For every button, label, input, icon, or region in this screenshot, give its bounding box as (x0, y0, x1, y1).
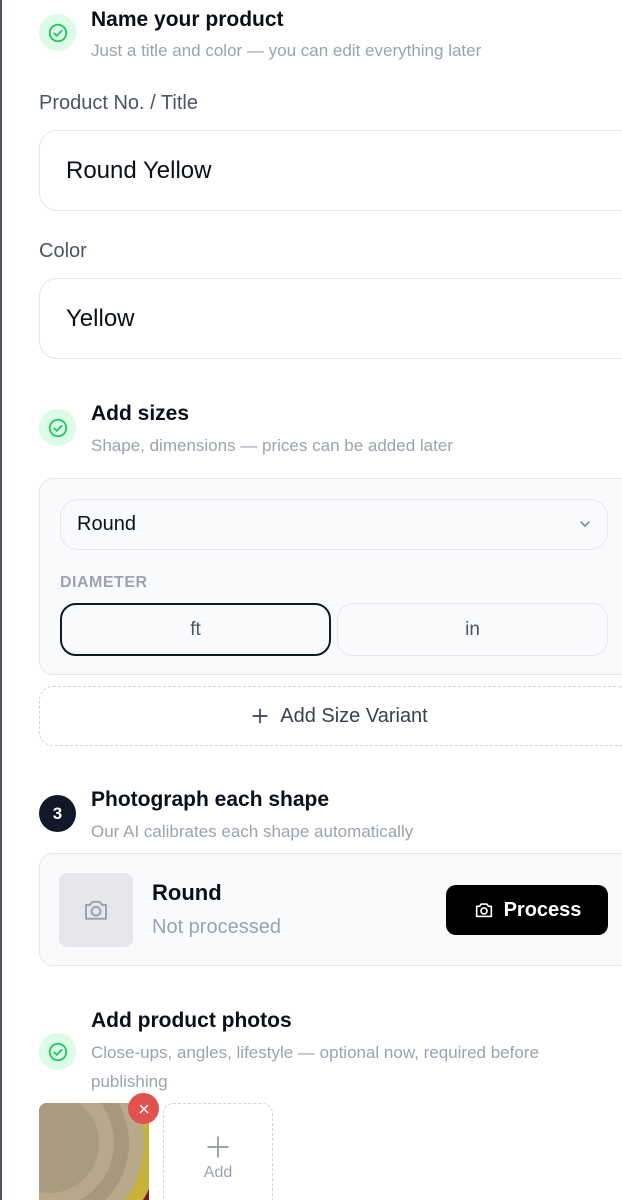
close-icon (139, 1104, 148, 1113)
step-title: Name your product (91, 8, 284, 31)
step-name-product: Name your product Just a title and color… (39, 8, 622, 74)
add-size-variant-button[interactable]: Add Size Variant (39, 686, 622, 746)
add-photo-label: Add (203, 1164, 233, 1181)
camera-icon (475, 903, 492, 918)
step-add-sizes: Add sizes Shape, dimensions — prices can… (39, 402, 622, 469)
check-circle-icon (39, 14, 76, 51)
check-circle-icon (39, 409, 76, 446)
shape-name: Round (152, 880, 222, 905)
title-label: Product No. / Title (39, 92, 198, 114)
step-title: Photograph each shape (91, 788, 330, 811)
add-size-variant-label: Add Size Variant (280, 704, 428, 727)
color-label: Color (39, 240, 87, 262)
color-input[interactable]: Yellow (39, 278, 622, 359)
left-border (0, 0, 2, 1200)
step-subtitle: Our AI calibrates each shape automatical… (91, 822, 414, 841)
chevron-down-icon (580, 521, 590, 527)
process-label: Process (503, 898, 582, 921)
step-subtitle: Shape, dimensions — prices can be added … (91, 436, 453, 455)
step-subtitle-line1: Close-ups, angles, lifestyle — optional … (91, 1043, 539, 1062)
shape-select[interactable]: Round (60, 499, 608, 550)
camera-icon[interactable] (59, 873, 133, 947)
step-title: Add sizes (91, 402, 190, 425)
shape-select-value: Round (77, 513, 136, 535)
unit-ft-button[interactable]: ft (60, 603, 331, 656)
plus-icon (207, 1136, 229, 1158)
diameter-label: DIAMETER (60, 574, 148, 591)
step-title: Add product photos (91, 1009, 292, 1032)
check-circle-icon (39, 1033, 76, 1070)
sizes-card: Round DIAMETER ft in (39, 478, 622, 675)
shape-card: Round Not processed Process (39, 853, 622, 966)
step-number-badge: 3 (39, 795, 76, 832)
shape-status: Not processed (152, 916, 281, 938)
process-button[interactable]: Process (446, 885, 608, 935)
remove-photo-button[interactable] (128, 1093, 159, 1124)
title-input[interactable]: Round Yellow (39, 130, 622, 211)
step-subtitle: Just a title and color — you can edit ev… (91, 41, 482, 60)
step-add-product-photos: Add product photos Close-ups, angles, li… (39, 1009, 622, 1096)
add-photo-button[interactable]: Add (163, 1103, 273, 1200)
plus-icon (252, 708, 268, 724)
step-photograph-shape: 3 Photograph each shape Our AI calibrate… (39, 788, 622, 855)
unit-in-button[interactable]: in (337, 603, 608, 656)
step-subtitle-line2: publishing (91, 1072, 168, 1091)
